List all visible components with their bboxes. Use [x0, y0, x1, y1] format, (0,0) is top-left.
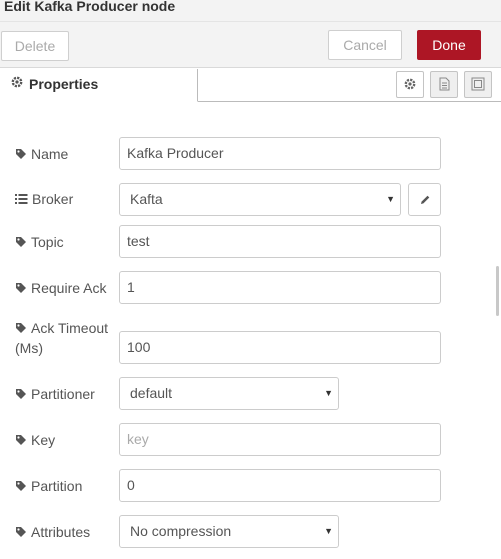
- dialog-title: Edit Kafka Producer node: [4, 0, 176, 14]
- require-ack-input[interactable]: 1: [119, 271, 441, 304]
- done-button[interactable]: Done: [417, 30, 481, 60]
- broker-selected-value: Kafta: [130, 191, 163, 207]
- scrollbar-track[interactable]: [491, 103, 501, 559]
- require-ack-label-text: Require Ack: [31, 280, 107, 296]
- frame-icon: [471, 77, 485, 91]
- attributes-select[interactable]: No compression ▼: [119, 515, 339, 548]
- tab-appearance-button[interactable]: [464, 71, 492, 98]
- cancel-button[interactable]: Cancel: [328, 30, 402, 60]
- ack-timeout-label: Ack Timeout: [15, 318, 108, 338]
- ack-timeout-label-text: Ack Timeout: [31, 320, 109, 336]
- tag-icon: [16, 323, 26, 333]
- tag-icon: [16, 237, 26, 247]
- partitioner-label: Partitioner: [15, 384, 95, 404]
- topic-label: Topic: [15, 232, 64, 252]
- name-label: Name: [15, 144, 68, 164]
- broker-label-text: Broker: [32, 191, 74, 207]
- tag-icon: [16, 389, 26, 399]
- tag-icon: [16, 527, 26, 537]
- partition-input[interactable]: 0: [119, 469, 441, 502]
- tab-properties[interactable]: Properties: [0, 69, 198, 102]
- name-label-text: Name: [31, 146, 69, 162]
- partition-label-text: Partition: [31, 478, 83, 494]
- topic-input[interactable]: test: [119, 225, 441, 258]
- broker-label: Broker: [15, 189, 73, 209]
- list-icon: [15, 194, 28, 204]
- name-input[interactable]: Kafka Producer: [119, 137, 441, 170]
- require-ack-label: Require Ack: [15, 278, 106, 298]
- attributes-selected-value: No compression: [130, 523, 232, 539]
- edit-broker-button[interactable]: [408, 183, 441, 216]
- scrollbar-thumb[interactable]: [496, 266, 499, 316]
- delete-button[interactable]: Delete: [1, 31, 69, 61]
- partition-label: Partition: [15, 476, 82, 496]
- attributes-label: Attributes: [15, 522, 90, 542]
- caret-down-icon: ▼: [324, 526, 333, 536]
- gear-icon: [11, 76, 23, 88]
- tag-icon: [16, 283, 26, 293]
- key-label: Key: [15, 430, 55, 450]
- tag-icon: [16, 481, 26, 491]
- ack-timeout-input[interactable]: 100: [119, 331, 441, 364]
- ack-timeout-label-units: (Ms): [15, 340, 43, 356]
- dialog-title-bar: Edit Kafka Producer node: [0, 0, 501, 22]
- attributes-label-text: Attributes: [31, 524, 91, 540]
- partitioner-label-text: Partitioner: [31, 386, 95, 402]
- caret-down-icon: ▼: [324, 388, 333, 398]
- key-input[interactable]: key: [119, 423, 441, 456]
- tab-properties-label: Properties: [29, 76, 99, 92]
- key-label-text: Key: [31, 432, 56, 448]
- broker-select[interactable]: Kafta ▼: [119, 183, 401, 216]
- tab-settings-button[interactable]: [396, 71, 424, 98]
- tag-icon: [16, 435, 26, 445]
- tab-description-button[interactable]: [430, 71, 458, 98]
- partitioner-selected-value: default: [130, 385, 173, 401]
- caret-down-icon: ▼: [386, 194, 395, 204]
- topic-label-text: Topic: [31, 234, 64, 250]
- tag-icon: [16, 149, 26, 159]
- partitioner-select[interactable]: default ▼: [119, 377, 339, 410]
- dialog-toolbar: Delete Cancel Done: [0, 22, 501, 68]
- gear-icon: [404, 78, 416, 90]
- document-icon: [439, 77, 450, 91]
- tabs-bar: Properties: [0, 69, 501, 102]
- pencil-icon: [421, 195, 430, 204]
